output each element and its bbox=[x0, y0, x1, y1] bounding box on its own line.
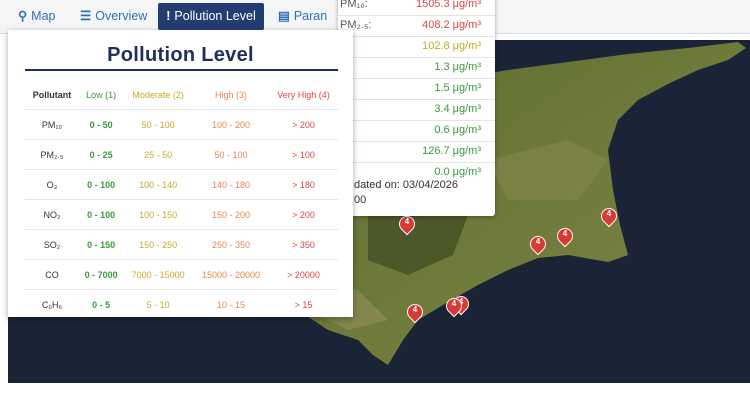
pollutant-name: PM₁₀ bbox=[25, 109, 79, 140]
pollution-thresholds-table: Pollutant Low (1) Moderate (2) High (3) … bbox=[25, 80, 338, 319]
high-range: 140 - 180 bbox=[192, 169, 269, 200]
pollutant-name: CO bbox=[25, 259, 79, 290]
high-range: 50 - 100 bbox=[192, 139, 269, 170]
moderate-range: 5 - 10 bbox=[146, 299, 170, 310]
moderate-range: 100 - 150 bbox=[123, 199, 193, 230]
table-row: C₆H₆ 0 - 5 5 - 10 10 - 15 > 15 bbox=[25, 290, 338, 320]
very-high-range: > 350 bbox=[268, 229, 338, 260]
very-high-range: > 200 bbox=[268, 109, 338, 140]
popup-row: :1.5 μg/m³ bbox=[338, 78, 495, 100]
moderate-range: 150 - 250 bbox=[123, 229, 193, 260]
high-range: 15000 - 20000 bbox=[192, 259, 269, 290]
pollutant-name: C₆H₆ bbox=[41, 299, 63, 310]
tab-map-label: Map bbox=[31, 9, 56, 23]
table-row: PM₂.₅ 0 - 25 25 - 50 50 - 100 > 100 bbox=[25, 139, 338, 170]
popup-row: :1.3 μg/m³ bbox=[338, 57, 495, 79]
high-range: 100 - 200 bbox=[192, 109, 269, 140]
popup-row: PM₁₀: 1505.3 μg/m³ bbox=[338, 0, 495, 16]
table-row: O₃ 0 - 100 100 - 140 140 - 180 > 180 bbox=[25, 169, 338, 200]
moderate-range: 100 - 140 bbox=[123, 169, 193, 200]
pollutant-name: NO₂ bbox=[25, 199, 79, 230]
title-divider bbox=[25, 69, 338, 71]
low-range: 0 - 100 bbox=[79, 199, 124, 230]
moderate-range: 50 - 100 bbox=[123, 109, 193, 140]
tab-map[interactable]: ⚲ Map bbox=[12, 3, 61, 30]
popup-row: :0.6 μg/m³ bbox=[338, 120, 495, 142]
popup-updated-time: 00 bbox=[354, 194, 367, 206]
low-range: 0 - 5 bbox=[92, 299, 111, 310]
low-range: 0 - 7000 bbox=[79, 259, 124, 290]
low-range: 0 - 100 bbox=[79, 169, 124, 200]
station-marker[interactable]: 4 bbox=[553, 224, 577, 248]
pollutant-name: SO₂ bbox=[25, 229, 79, 260]
header-high: High (3) bbox=[192, 80, 269, 110]
high-range: 150 - 200 bbox=[192, 199, 269, 230]
station-marker[interactable]: 4 bbox=[442, 294, 466, 318]
tab-parameters[interactable]: ▤ Paran bbox=[272, 3, 333, 30]
legend-title: Pollution Level bbox=[107, 44, 254, 66]
map-marker-icon: ⚲ bbox=[18, 9, 28, 23]
station-popup: PM₁₀: 1505.3 μg/m³ PM₂.₅: 408.2 μg/m³ 102.… bbox=[338, 0, 495, 216]
station-marker[interactable]: 4 bbox=[597, 204, 621, 228]
popup-row: x:3.4 μg/m³ bbox=[338, 99, 495, 121]
station-marker[interactable]: 4 bbox=[403, 300, 427, 324]
moderate-range: 7000 - 15000 bbox=[123, 259, 193, 290]
header-very-high: Very High (4) bbox=[268, 80, 338, 110]
station-marker[interactable]: 4 bbox=[395, 212, 419, 236]
list-icon: ☰ bbox=[80, 9, 92, 23]
header-low: Low (1) bbox=[79, 80, 124, 110]
header-pollutant: Pollutant bbox=[25, 80, 79, 110]
pollutant-name: PM₂.₅ bbox=[25, 139, 79, 170]
table-row: PM₁₀ 0 - 50 50 - 100 100 - 200 > 200 bbox=[25, 109, 338, 140]
very-high-range: > 15 bbox=[294, 299, 313, 310]
high-range: 250 - 350 bbox=[192, 229, 269, 260]
tab-overview[interactable]: ☰ Overview bbox=[74, 3, 153, 30]
tab-params-label: Paran bbox=[293, 9, 328, 23]
popup-updated-date: dated on: 03/04/2026 bbox=[354, 179, 458, 191]
tab-overview-label: Overview bbox=[95, 9, 148, 23]
popup-row: 102.8 μg/m³ bbox=[338, 36, 495, 58]
tab-pollution-label: Pollution Level bbox=[174, 9, 256, 23]
table-row: NO₂ 0 - 100 100 - 150 150 - 200 > 200 bbox=[25, 199, 338, 230]
table-row: SO₂ 0 - 150 150 - 250 250 - 350 > 350 bbox=[25, 229, 338, 260]
high-range: 10 - 15 bbox=[216, 299, 245, 310]
table-icon: ▤ bbox=[278, 9, 290, 23]
station-marker[interactable]: 4 bbox=[526, 232, 550, 256]
header-moderate: Moderate (2) bbox=[123, 80, 193, 110]
table-row: CO 0 - 7000 7000 - 15000 15000 - 20000 >… bbox=[25, 259, 338, 290]
exclamation-icon: ! bbox=[166, 9, 171, 23]
very-high-range: > 200 bbox=[268, 199, 338, 230]
moderate-range: 25 - 50 bbox=[123, 139, 193, 170]
table-header-row: Pollutant Low (1) Moderate (2) High (3) … bbox=[25, 80, 338, 110]
low-range: 0 - 25 bbox=[79, 139, 124, 170]
popup-row: PM₂.₅: 408.2 μg/m³ bbox=[338, 15, 495, 37]
popup-row: :126.7 μg/m³ bbox=[338, 141, 495, 163]
pollutant-name: O₃ bbox=[25, 169, 79, 200]
very-high-range: > 180 bbox=[268, 169, 338, 200]
very-high-range: > 20000 bbox=[268, 259, 338, 290]
low-range: 0 - 150 bbox=[79, 229, 124, 260]
page-footer-space bbox=[0, 383, 750, 400]
tab-pollution-level[interactable]: ! Pollution Level bbox=[158, 3, 264, 30]
very-high-range: > 100 bbox=[268, 139, 338, 170]
pollution-level-legend: Pollution Level Pollutant Low (1) Modera… bbox=[8, 30, 353, 317]
low-range: 0 - 50 bbox=[79, 109, 124, 140]
